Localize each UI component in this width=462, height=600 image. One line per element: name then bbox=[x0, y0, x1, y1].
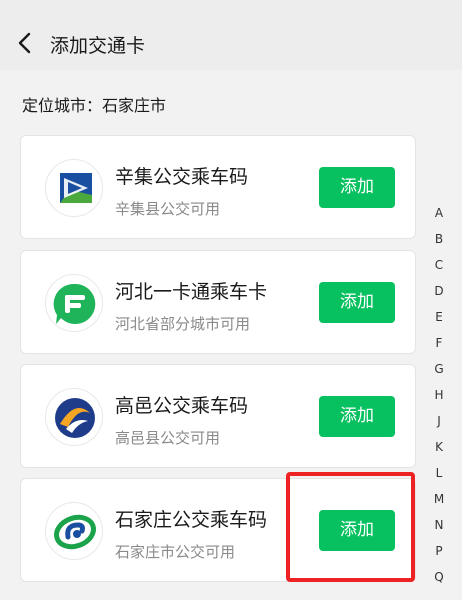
alphabet-letter[interactable]: H bbox=[430, 388, 448, 414]
card-xinji: 辛集公交乘车码 辛集县公交可用 添加 bbox=[20, 135, 416, 239]
card-hebei-yikatong: 河北一卡通乘车卡 河北省部分城市可用 添加 bbox=[20, 250, 416, 354]
add-button-shijiazhuang[interactable]: 添加 bbox=[319, 510, 395, 551]
alphabet-letter[interactable]: B bbox=[430, 232, 448, 258]
shijiazhuang-logo bbox=[45, 502, 103, 560]
xinji-bus-icon bbox=[60, 173, 92, 203]
alphabet-letter[interactable]: F bbox=[430, 336, 448, 362]
alphabet-letter[interactable]: K bbox=[430, 440, 448, 466]
add-button-xinji[interactable]: 添加 bbox=[319, 167, 395, 208]
alphabet-letter[interactable]: D bbox=[430, 284, 448, 310]
card-title: 河北一卡通乘车卡 bbox=[115, 281, 268, 303]
card-subtitle: 石家庄市公交可用 bbox=[115, 543, 236, 561]
chevron-left-icon bbox=[18, 32, 31, 54]
alphabet-letter[interactable]: E bbox=[430, 310, 448, 336]
alphabet-letter[interactable]: J bbox=[430, 414, 448, 440]
page-title: 添加交通卡 bbox=[50, 35, 146, 57]
add-button-hebei[interactable]: 添加 bbox=[319, 282, 395, 323]
shijiazhuang-bus-icon bbox=[54, 514, 96, 550]
hebei-logo bbox=[45, 274, 103, 332]
back-button[interactable] bbox=[12, 28, 38, 58]
alphabet-letter[interactable]: A bbox=[430, 206, 448, 232]
alphabet-letter[interactable]: G bbox=[430, 362, 448, 388]
alphabet-letter[interactable]: M bbox=[430, 492, 448, 518]
top-bar: 添加交通卡 bbox=[0, 0, 462, 70]
card-subtitle: 高邑县公交可用 bbox=[115, 429, 221, 447]
card-title: 辛集公交乘车码 bbox=[115, 166, 249, 188]
alphabet-letter[interactable]: L bbox=[430, 466, 448, 492]
card-subtitle: 河北省部分城市可用 bbox=[115, 315, 251, 333]
card-title: 高邑公交乘车码 bbox=[115, 395, 249, 417]
hebei-card-icon bbox=[53, 283, 96, 324]
card-gaoyi: 高邑公交乘车码 高邑县公交可用 添加 bbox=[20, 364, 416, 468]
xinji-logo bbox=[45, 159, 103, 217]
add-button-gaoyi[interactable]: 添加 bbox=[319, 396, 395, 437]
card-title: 石家庄公交乘车码 bbox=[115, 509, 268, 531]
alphabet-letter[interactable]: C bbox=[430, 258, 448, 284]
card-subtitle: 辛集县公交可用 bbox=[115, 200, 221, 218]
location-label: 定位城市：石家庄市 bbox=[22, 96, 167, 115]
gaoyi-logo bbox=[45, 388, 103, 446]
card-shijiazhuang: 石家庄公交乘车码 石家庄市公交可用 添加 bbox=[20, 478, 416, 582]
alphabet-index[interactable]: ABCDEFGHJKLMNPQ bbox=[430, 206, 448, 596]
alphabet-letter[interactable]: Q bbox=[430, 570, 448, 596]
alphabet-letter[interactable]: P bbox=[430, 544, 448, 570]
gaoyi-bus-icon bbox=[55, 398, 95, 438]
alphabet-letter[interactable]: N bbox=[430, 518, 448, 544]
